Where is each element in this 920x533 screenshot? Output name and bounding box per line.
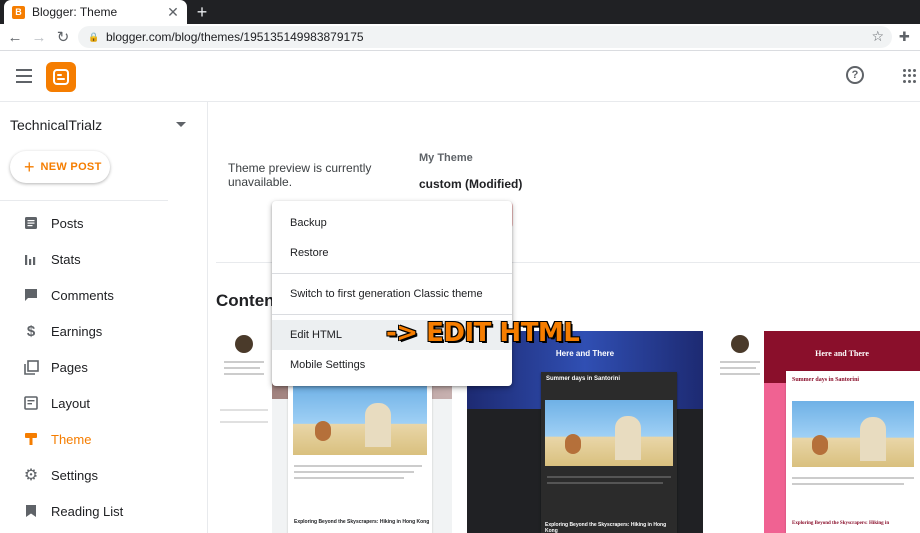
address-bar[interactable]: 🔒 blogger.com/blog/themes/19513514998387… bbox=[78, 26, 892, 48]
back-icon[interactable]: ← bbox=[6, 28, 24, 46]
sidebar-item-settings[interactable]: ⚙ Settings bbox=[0, 457, 208, 493]
sidebar-item-label: Settings bbox=[51, 467, 98, 483]
bookmark-icon bbox=[23, 503, 39, 519]
santorini-image bbox=[293, 385, 427, 455]
dollar-icon: $ bbox=[26, 322, 36, 340]
sidebar-item-posts[interactable]: Posts bbox=[0, 205, 208, 241]
reload-icon[interactable]: ↻ bbox=[54, 28, 72, 46]
sidebar-item-earnings[interactable]: $ Earnings bbox=[0, 313, 208, 349]
gear-icon: ⚙ bbox=[23, 467, 39, 484]
new-tab-button[interactable]: + bbox=[192, 2, 212, 22]
browser-tab-strip: B Blogger: Theme ✕ + bbox=[0, 0, 920, 24]
lock-icon: 🔒 bbox=[88, 32, 100, 42]
edit-html-annotation: -> EDIT HTML bbox=[386, 318, 580, 348]
thumbnail-post-title: Summer days in Santorini bbox=[792, 377, 860, 383]
thumbnail-accent-bar bbox=[764, 383, 786, 533]
thumbnail-post-title: Exploring Beyond the Skyscrapers: Hiking… bbox=[294, 519, 430, 525]
tab-close-icon[interactable]: ✕ bbox=[165, 4, 181, 20]
divider bbox=[0, 200, 168, 201]
sidebar-item-pages[interactable]: Pages bbox=[0, 349, 208, 385]
theme-options-menu: Backup Restore Switch to first generatio… bbox=[272, 201, 512, 386]
theme-section-heading: Conten bbox=[216, 291, 275, 310]
browser-toolbar: ← → ↻ 🔒 blogger.com/blog/themes/19513514… bbox=[0, 24, 920, 51]
tab-title: Blogger: Theme bbox=[32, 5, 118, 19]
theme-name: custom (Modified) bbox=[419, 177, 523, 191]
browser-tab[interactable]: B Blogger: Theme ✕ bbox=[4, 0, 187, 24]
google-apps-icon[interactable] bbox=[903, 69, 917, 83]
thumbnail-post-card: Exploring Beyond the Skyscrapers: Hiking… bbox=[288, 369, 432, 533]
plus-icon: + bbox=[24, 157, 35, 177]
blogger-logo-icon[interactable] bbox=[46, 62, 76, 92]
theme-icon bbox=[23, 431, 39, 447]
sidebar-item-label: Theme bbox=[51, 431, 92, 447]
sidebar-item-label: Comments bbox=[51, 287, 114, 303]
avatar bbox=[235, 335, 253, 353]
comments-icon bbox=[23, 287, 39, 303]
my-theme-label: My Theme bbox=[419, 152, 473, 164]
thumbnail-post-title-2: Exploring Beyond the Skyscrapers: Hiking… bbox=[545, 522, 667, 533]
thumbnail-post-title-2: Exploring Beyond the Skyscrapers: Hiking… bbox=[792, 521, 890, 526]
bookmark-star-icon[interactable]: ☆ bbox=[871, 28, 884, 45]
theme-thumbnail-contempo-pink[interactable]: Here and There Summer days in Santorini … bbox=[716, 331, 920, 533]
thumbnail-sidebar bbox=[216, 331, 272, 533]
sidebar-item-reading-list[interactable]: Reading List bbox=[0, 493, 208, 529]
blog-selector[interactable]: TechnicalTrialz bbox=[10, 117, 102, 133]
menu-item-mobile-settings[interactable]: Mobile Settings bbox=[272, 350, 512, 380]
menu-divider bbox=[272, 314, 512, 315]
thumbnail-blog-title: Here and There bbox=[815, 349, 869, 358]
menu-hamburger-icon[interactable] bbox=[16, 69, 32, 83]
sidebar-item-label: Posts bbox=[51, 215, 84, 231]
sidebar-item-comments[interactable]: Comments bbox=[0, 277, 208, 313]
url-text: blogger.com/blog/themes/1951351499838791… bbox=[106, 30, 364, 44]
app-header: ? bbox=[0, 52, 920, 102]
sidebar-item-theme[interactable]: Theme bbox=[0, 421, 208, 457]
sidebar-item-label: Pages bbox=[51, 359, 88, 375]
sidebar-item-label: Earnings bbox=[51, 323, 103, 339]
forward-icon[interactable]: → bbox=[30, 28, 48, 46]
chevron-down-icon[interactable] bbox=[176, 122, 186, 127]
thumbnail-sidebar bbox=[716, 331, 764, 533]
menu-item-backup[interactable]: Backup bbox=[272, 208, 512, 238]
menu-divider bbox=[272, 273, 512, 274]
stats-icon bbox=[23, 251, 39, 267]
help-icon[interactable]: ? bbox=[846, 66, 864, 84]
santorini-image bbox=[545, 400, 673, 466]
avatar bbox=[731, 335, 749, 353]
sidebar-item-label: Layout bbox=[51, 395, 91, 411]
sidebar-item-layout[interactable]: Layout bbox=[0, 385, 208, 421]
sidebar-item-label: Stats bbox=[51, 251, 81, 267]
posts-icon bbox=[23, 215, 39, 231]
new-post-button[interactable]: + NEW POST bbox=[10, 151, 110, 183]
menu-item-restore[interactable]: Restore bbox=[272, 238, 512, 268]
layout-icon bbox=[23, 395, 39, 411]
sidebar-item-stats[interactable]: Stats bbox=[0, 241, 208, 277]
santorini-image bbox=[792, 401, 914, 467]
thumbnail-post-card: Summer days in Santorini Exploring Beyon… bbox=[541, 372, 677, 533]
sidebar: TechnicalTrialz + NEW POST Posts Stats C… bbox=[0, 102, 208, 533]
thumbnail-post-title: Summer days in Santorini bbox=[546, 376, 621, 382]
thumbnail-post-card: Summer days in Santorini Exploring Beyon… bbox=[786, 371, 920, 533]
new-post-label: NEW POST bbox=[40, 161, 102, 173]
sidebar-item-label: Reading List bbox=[51, 503, 124, 519]
extensions-puzzle-icon[interactable]: ✚ bbox=[899, 29, 910, 45]
menu-item-switch-classic[interactable]: Switch to first generation Classic theme bbox=[272, 279, 512, 309]
pages-icon bbox=[23, 359, 39, 375]
blogger-favicon-icon: B bbox=[12, 5, 25, 19]
theme-preview-message: Theme preview is currently unavailable. bbox=[228, 161, 372, 189]
